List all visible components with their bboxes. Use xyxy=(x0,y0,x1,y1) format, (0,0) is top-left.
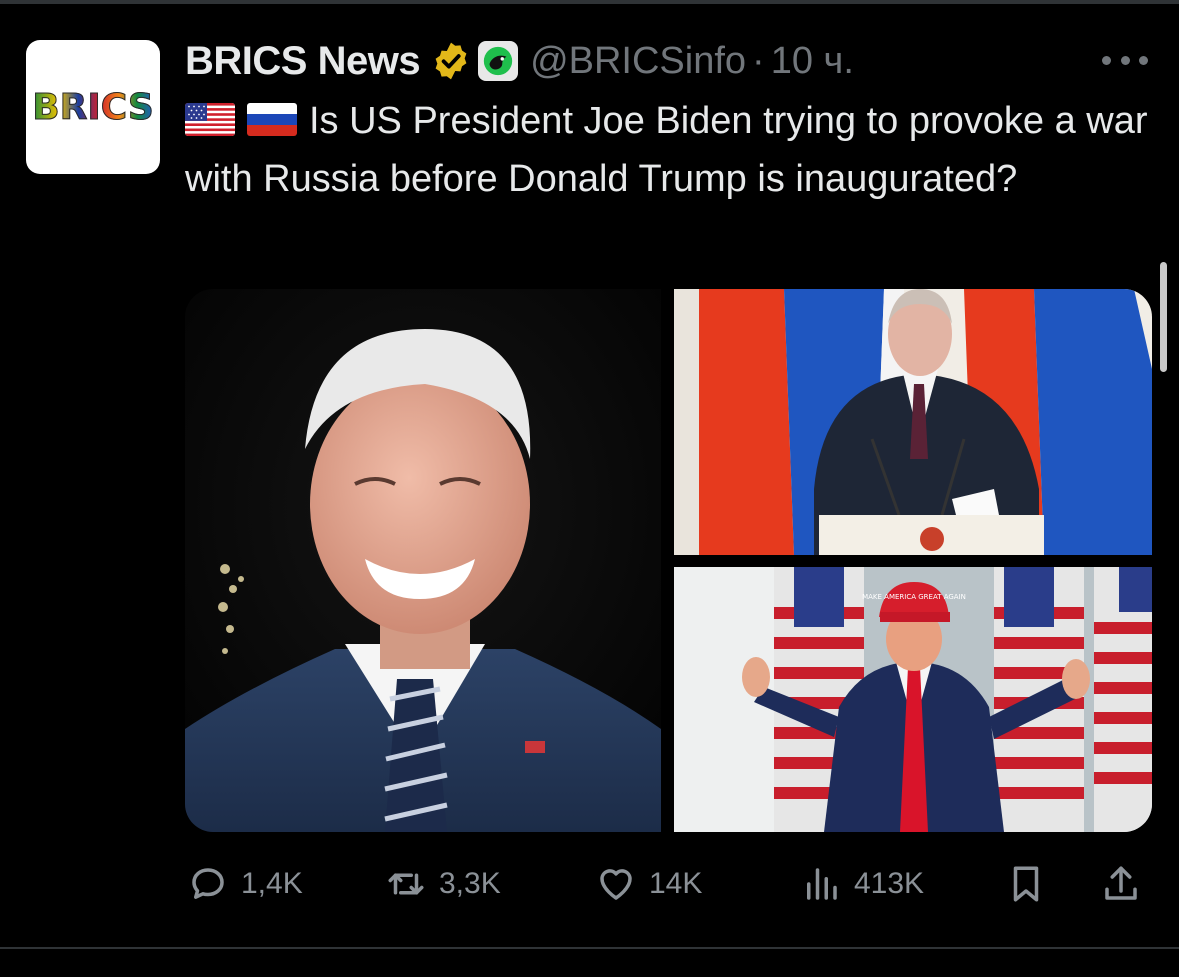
avatar-logo-text: BRICS xyxy=(32,86,155,128)
avatar[interactable]: BRICS xyxy=(26,40,160,174)
us-flag-icon xyxy=(185,103,235,136)
repost-icon xyxy=(388,873,424,895)
hat-text: MAKE AMERICA GREAT AGAIN xyxy=(862,593,966,601)
top-divider xyxy=(0,0,1179,4)
repost-count: 3,3K xyxy=(439,867,501,900)
views-button[interactable]: 413K xyxy=(800,860,924,908)
like-count: 14K xyxy=(649,867,703,900)
tweet-header: BRICS News @BRICSinfo · 10 ч. xyxy=(185,36,854,86)
share-button[interactable] xyxy=(1100,860,1142,908)
author-name[interactable]: BRICS News xyxy=(185,39,421,84)
more-dot xyxy=(1139,55,1148,65)
donald-trump-photo[interactable]: MAKE AMERICA GREAT AGAIN xyxy=(674,567,1152,832)
reply-button[interactable]: 1,4K xyxy=(187,860,303,908)
author-handle[interactable]: @BRICSinfo xyxy=(530,40,746,83)
bookmark-button[interactable] xyxy=(1005,860,1047,908)
vladimir-putin-photo[interactable] xyxy=(674,289,1152,555)
repost-button[interactable]: 3,3K xyxy=(385,860,501,908)
joe-biden-photo[interactable] xyxy=(185,289,661,832)
heart-icon xyxy=(600,869,632,900)
bottom-divider xyxy=(0,947,1179,949)
verified-badge-icon[interactable] xyxy=(430,40,472,82)
views-count: 413K xyxy=(854,867,925,900)
more-options-icon[interactable] xyxy=(1102,52,1148,68)
russia-flag-icon xyxy=(247,103,297,136)
affiliation-badge-icon[interactable] xyxy=(478,41,519,81)
more-dot xyxy=(1120,55,1130,65)
tweet-timestamp[interactable]: 10 ч. xyxy=(771,40,854,83)
share-icon xyxy=(1105,866,1137,900)
action-bar: 1,4K 3,3K 14K 413K xyxy=(185,860,1150,908)
tweet-text: Is US President Joe Biden trying to prov… xyxy=(185,92,1160,208)
more-dot xyxy=(1102,55,1111,65)
reply-count: 1,4K xyxy=(241,867,303,900)
views-icon xyxy=(807,868,837,900)
media-grid: MAKE AMERICA GREAT AGAIN xyxy=(185,289,1152,832)
separator-dot: · xyxy=(752,39,765,82)
bookmark-icon xyxy=(1013,866,1039,902)
reply-icon xyxy=(192,868,224,899)
scrollbar-thumb[interactable] xyxy=(1160,262,1167,372)
like-button[interactable]: 14K xyxy=(595,860,702,908)
tweet-body: Is US President Joe Biden trying to prov… xyxy=(185,100,1148,200)
